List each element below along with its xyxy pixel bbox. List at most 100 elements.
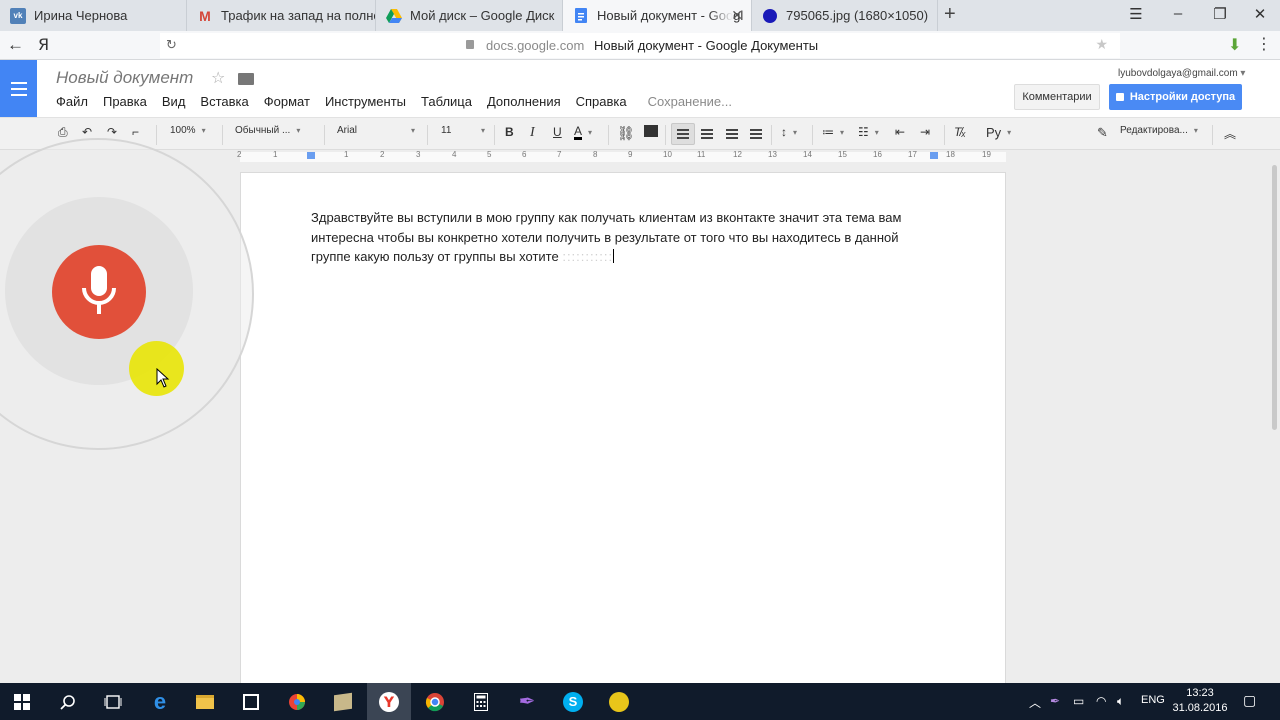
align-justify-icon[interactable] xyxy=(750,129,762,139)
share-button-label: Настройки доступа xyxy=(1129,91,1236,103)
clear-formatting-icon[interactable]: T̸ₓ xyxy=(954,125,966,139)
editing-mode-select[interactable]: Редактирова... xyxy=(1120,125,1198,136)
ruler-tick: 15 xyxy=(838,150,847,159)
network-icon[interactable]: ◠ xyxy=(1096,694,1106,708)
ruler-tick: 11 xyxy=(697,150,706,159)
file-explorer-icon[interactable] xyxy=(183,683,227,720)
store-icon[interactable] xyxy=(229,683,273,720)
menu-tools[interactable]: Инструменты xyxy=(325,94,406,109)
docs-home-icon[interactable] xyxy=(0,60,37,117)
undo-icon[interactable]: ↶ xyxy=(82,125,92,139)
decrease-indent-icon[interactable]: ⇤ xyxy=(895,125,905,139)
underline-button[interactable]: U xyxy=(553,125,562,139)
italic-button[interactable]: I xyxy=(530,125,535,141)
bold-button[interactable]: B xyxy=(505,125,514,139)
ruler-tick: 1 xyxy=(273,150,278,159)
menu-insert[interactable]: Вставка xyxy=(200,94,248,109)
menu-table[interactable]: Таблица xyxy=(421,94,472,109)
line-spacing-icon[interactable]: ↕ xyxy=(781,125,797,139)
align-left-icon[interactable] xyxy=(677,129,689,139)
back-arrow-icon[interactable]: ← xyxy=(7,35,24,55)
redo-icon[interactable]: ↷ xyxy=(107,125,117,139)
close-window-icon[interactable]: ✕ xyxy=(1250,5,1270,23)
menu-edit[interactable]: Правка xyxy=(103,94,147,109)
clock[interactable]: 13:23 31.08.2016 xyxy=(1172,686,1228,716)
image-icon xyxy=(762,8,778,24)
vertical-scrollbar[interactable] xyxy=(1272,165,1277,430)
increase-indent-icon[interactable]: ⇥ xyxy=(920,125,930,139)
voice-interim-text: ::::::::::: xyxy=(562,249,614,264)
battery-icon[interactable]: ▭ xyxy=(1073,694,1084,708)
link-icon[interactable]: ⛓ xyxy=(617,125,635,142)
comment-icon[interactable] xyxy=(644,125,658,137)
show-hidden-icons-icon[interactable]: ︿ xyxy=(1029,694,1041,711)
url-field[interactable]: ↻ docs.google.com Новый документ - Googl… xyxy=(160,33,1120,58)
left-indent-marker[interactable] xyxy=(307,152,315,159)
feather-tray-icon[interactable]: ✒ xyxy=(1050,694,1060,708)
download-icon[interactable]: ⬇ xyxy=(1228,35,1241,55)
document-body[interactable]: Здравствуйте вы вступили в мою группу ка… xyxy=(311,208,931,267)
search-icon[interactable] xyxy=(46,683,90,720)
numbered-list-icon[interactable]: ≔ xyxy=(822,125,844,139)
map-app-icon[interactable] xyxy=(321,683,365,720)
language-indicator[interactable]: ENG xyxy=(1141,694,1165,706)
font-select[interactable]: Arial xyxy=(337,125,415,136)
restore-window-icon[interactable]: ❐ xyxy=(1210,5,1230,23)
right-indent-marker[interactable] xyxy=(930,152,938,159)
ruler-tick: 16 xyxy=(873,150,882,159)
folder-icon[interactable] xyxy=(238,73,254,85)
volume-icon[interactable]: 🔈︎ xyxy=(1117,694,1124,709)
menu-file[interactable]: Файл xyxy=(56,94,88,109)
menu-format[interactable]: Формат xyxy=(264,94,310,109)
microphone-button[interactable] xyxy=(52,245,146,339)
notifications-icon[interactable]: ▢ xyxy=(1243,692,1256,709)
bookmark-star-icon[interactable]: ★ xyxy=(1095,36,1108,53)
tab-vk[interactable]: vk Ирина Чернова xyxy=(0,0,187,31)
reload-icon[interactable]: ↻ xyxy=(166,37,177,53)
close-tab-icon[interactable]: ✕ xyxy=(731,7,743,24)
edge-browser-icon[interactable]: e xyxy=(138,683,182,720)
calculator-icon[interactable] xyxy=(459,683,503,720)
print-icon[interactable]: ⎙ xyxy=(58,125,68,140)
text-color-button[interactable]: A xyxy=(574,125,592,140)
ruler-tick: 17 xyxy=(908,150,917,159)
bulleted-list-icon[interactable]: ☷ xyxy=(858,125,879,139)
paint-format-icon[interactable]: ⌐ xyxy=(132,125,139,139)
downloads-menu-icon[interactable]: ⋮ xyxy=(1256,34,1272,54)
mouse-pointer-icon xyxy=(156,368,170,388)
document-title[interactable]: Новый документ xyxy=(56,68,193,88)
hamburger-menu-icon[interactable]: ☰ xyxy=(1126,5,1146,23)
menu-help[interactable]: Справка xyxy=(576,94,627,109)
paragraph-style-select[interactable]: Обычный ... xyxy=(235,125,300,136)
feather-app-icon[interactable]: ✒ xyxy=(505,683,549,720)
ruler-tick: 9 xyxy=(628,150,633,159)
align-center-icon[interactable] xyxy=(701,129,713,139)
minimize-icon[interactable]: – xyxy=(1168,5,1188,22)
picasa-icon[interactable] xyxy=(275,683,319,720)
yandex-browser-icon[interactable]: Y xyxy=(367,683,411,720)
tab-image[interactable]: 795065.jpg (1680×1050) xyxy=(752,0,938,31)
tab-google-drive[interactable]: Мой диск – Google Диск xyxy=(376,0,563,31)
account-email[interactable]: lyubovdolgaya@gmail.com xyxy=(1118,68,1245,79)
collapse-menu-icon[interactable]: ︽ xyxy=(1224,125,1236,142)
input-tools-select[interactable]: Ру xyxy=(986,125,1011,140)
yandex-logo[interactable]: Я xyxy=(38,35,49,54)
font-size-select[interactable]: 11 xyxy=(441,125,485,136)
star-icon[interactable]: ☆ xyxy=(211,68,225,88)
lock-icon xyxy=(466,40,474,49)
chrome-icon[interactable] xyxy=(413,683,457,720)
menu-addons[interactable]: Дополнения xyxy=(487,94,561,109)
zoom-select[interactable]: 100% xyxy=(170,125,206,136)
task-view-icon[interactable] xyxy=(91,683,135,720)
menu-view[interactable]: Вид xyxy=(162,94,186,109)
document-page[interactable]: Здравствуйте вы вступили в мою группу ка… xyxy=(240,172,1006,692)
tab-gmail[interactable]: M Трафик на запад на полно xyxy=(187,0,376,31)
new-tab-button[interactable]: + xyxy=(944,3,956,26)
align-right-icon[interactable] xyxy=(726,129,738,139)
yellow-circle-app-icon[interactable] xyxy=(597,683,641,720)
comments-button[interactable]: Комментарии xyxy=(1014,84,1100,110)
skype-icon[interactable]: S xyxy=(551,683,595,720)
windows-start-icon[interactable] xyxy=(0,683,44,720)
tab-google-docs[interactable]: Новый документ - Googl ✕ xyxy=(563,0,752,31)
share-button[interactable]: Настройки доступа xyxy=(1109,84,1242,110)
